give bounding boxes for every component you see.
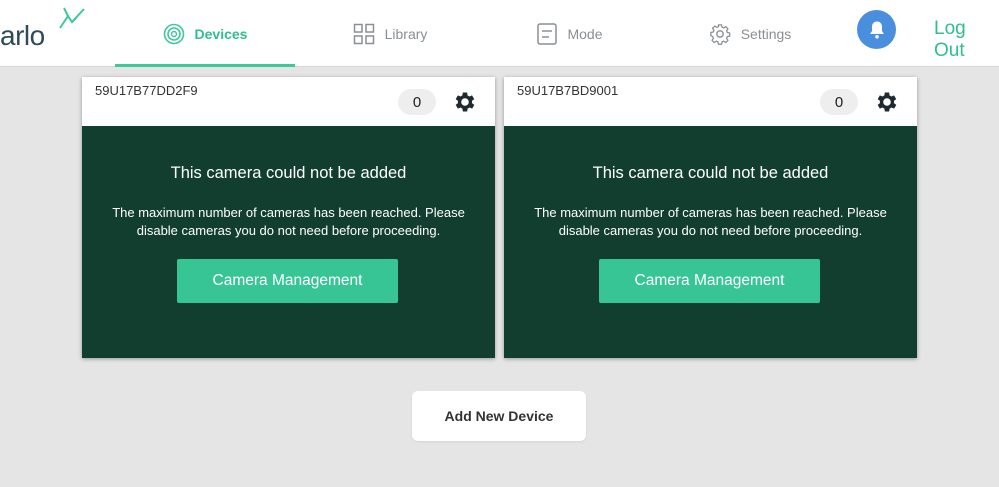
device-count-badge: 0: [398, 89, 436, 115]
tab-label: Devices: [194, 25, 248, 42]
add-new-device-button[interactable]: Add New Device: [412, 391, 586, 441]
camera-management-button[interactable]: Camera Management: [599, 259, 820, 303]
error-message: The maximum number of cameras has been r…: [534, 205, 887, 238]
tab-mode[interactable]: Mode: [520, 0, 620, 67]
camera-management-button[interactable]: Camera Management: [177, 259, 398, 303]
device-id: 59U17B77DD2F9: [95, 83, 198, 98]
arlo-logo[interactable]: arlo: [0, 6, 100, 51]
logout-link[interactable]: Log Out: [934, 18, 999, 62]
library-grid-icon: [353, 23, 375, 45]
notifications-button[interactable]: [857, 10, 896, 49]
device-card-header: 59U17B7BD9001 0: [504, 77, 917, 126]
error-title: This camera could not be added: [170, 164, 407, 182]
bird-logo-icon: [59, 7, 85, 29]
device-card: 59U17B77DD2F9 0 This camera could not be…: [82, 77, 495, 358]
error-message: The maximum number of cameras has been r…: [112, 205, 465, 238]
gear-icon[interactable]: [452, 89, 478, 115]
mode-icon: [537, 22, 558, 45]
logo-wordmark: arlo: [0, 20, 45, 51]
top-navigation-bar: arlo Devices Library Mode Settings Log O…: [0, 0, 999, 67]
tab-label: Settings: [740, 25, 792, 42]
bell-icon: [869, 21, 884, 39]
device-card: 59U17B7BD9001 0 This camera could not be…: [504, 77, 917, 358]
device-card-header: 59U17B77DD2F9 0: [82, 77, 495, 126]
tab-label: Mode: [567, 25, 603, 42]
devices-icon: [163, 23, 185, 45]
gear-icon: [709, 23, 731, 45]
tab-library[interactable]: Library: [335, 0, 445, 67]
device-count-badge: 0: [820, 89, 858, 115]
gear-icon[interactable]: [874, 89, 900, 115]
error-title: This camera could not be added: [592, 164, 829, 182]
device-id: 59U17B7BD9001: [517, 83, 619, 98]
tab-devices[interactable]: Devices: [115, 0, 295, 67]
tab-label: Library: [384, 25, 428, 42]
tab-settings[interactable]: Settings: [700, 0, 800, 67]
